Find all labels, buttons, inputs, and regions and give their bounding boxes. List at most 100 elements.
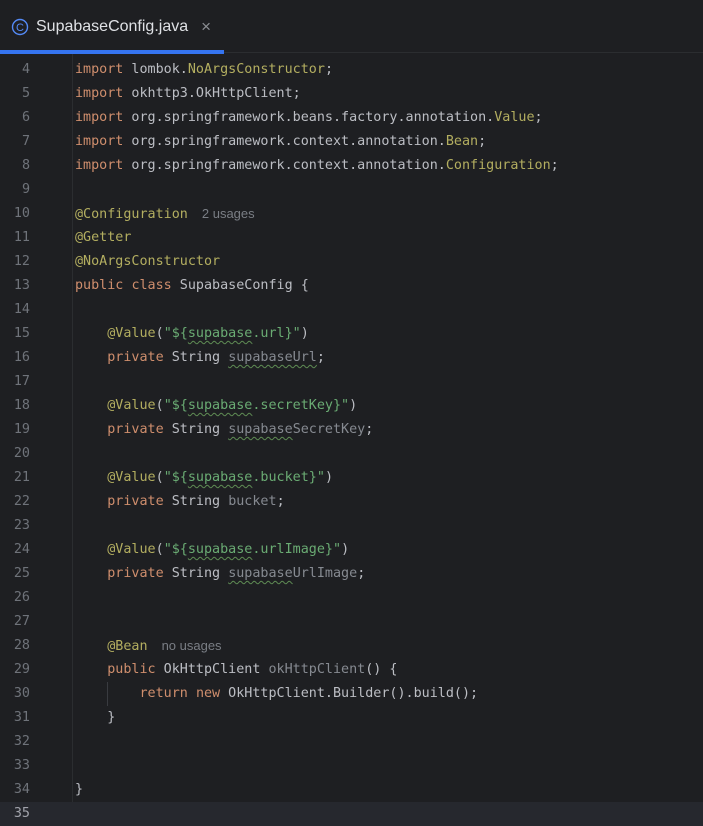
code-token: @Value [107,470,156,485]
code-token: SecretKey [292,422,366,437]
code-line[interactable]: 33 [0,754,703,778]
editor-tab-bar: C SupabaseConfig.java × [0,0,703,54]
line-number: 25 [13,566,30,581]
code-token: import [75,158,124,173]
code-text: } [75,778,83,802]
code-token: @Getter [75,230,132,245]
svg-text:C: C [16,22,24,34]
code-line[interactable]: 18 @Value("${supabase.secretKey}") [0,394,703,418]
code-token: String [163,566,229,581]
code-token: .bucket}" [252,470,325,485]
line-number: 18 [13,398,30,413]
code-line[interactable]: 8 import org.springframework.context.anno… [0,154,703,178]
code-line[interactable]: 12 @NoArgsConstructor [0,250,703,274]
tab-supabase-config[interactable]: C SupabaseConfig.java × [0,0,224,54]
code-line[interactable]: 6 import org.springframework.beans.factor… [0,106,703,130]
code-line[interactable]: 5 import okhttp3.OkHttpClient; [0,82,703,106]
code-editor[interactable]: 4 import lombok.NoArgsConstructor; 5 import… [0,54,703,826]
line-number: 35 [13,806,30,821]
code-line[interactable]: 32 [0,730,703,754]
line-number: 31 [13,710,30,725]
code-token: return [139,686,188,701]
code-token: @Bean [107,639,148,654]
code-line[interactable]: 27 [0,610,703,634]
code-token: supabase [228,422,293,437]
code-token: ) [300,326,309,341]
close-icon[interactable]: × [201,18,211,35]
code-line[interactable]: 29 public OkHttpClient okHttpClient() { [0,658,703,682]
code-token: UrlImage [292,566,358,581]
code-line[interactable]: 13 public class SupabaseConfig { [0,274,703,298]
code-line[interactable]: 10 @Configuration 2 usages [0,202,703,226]
line-number: 26 [13,590,30,605]
code-line[interactable]: 11 @Getter [0,226,703,250]
code-line[interactable]: 20 [0,442,703,466]
code-line[interactable]: 15 @Value("${supabase.url}") [0,322,703,346]
code-token: ; [478,134,487,149]
code-line[interactable]: 14 [0,298,703,322]
code-token: class [131,278,172,293]
code-text: @Bean no usages [75,634,222,659]
code-token: String [163,422,229,437]
code-line[interactable]: 21 @Value("${supabase.bucket}") [0,466,703,490]
code-line[interactable]: 28 @Bean no usages [0,634,703,658]
code-token: org.springframework.context.annotation. [123,134,446,149]
usage-hint[interactable]: 2 usages [202,206,255,221]
line-number: 28 [13,638,30,653]
code-token: supabase [228,566,293,581]
code-token: supabase [187,470,253,485]
code-token: String [163,350,229,365]
code-line[interactable]: 30 return new OkHttpClient.Builder().bui… [0,682,703,706]
code-text: import org.springframework.context.annot… [75,154,559,178]
code-line[interactable]: 26 [0,586,703,610]
code-line[interactable]: 9 [0,178,703,202]
line-number: 8 [21,158,30,173]
code-line[interactable]: 34} [0,778,703,802]
code-line[interactable]: 23 [0,514,703,538]
code-text: } [75,706,115,730]
code-token: .urlImage}" [252,542,342,557]
code-token: private [107,494,164,509]
code-token: ( [155,326,164,341]
code-token: @Value [107,326,156,341]
code-text: private String supabaseUrlImage; [75,562,365,586]
code-line[interactable]: 35 [0,802,703,826]
code-token: } [75,782,84,797]
code-line[interactable]: 31 } [0,706,703,730]
code-token: ( [155,398,164,413]
code-token: NoArgsConstructor [187,62,325,77]
code-token: supabase [187,326,253,341]
code-line[interactable]: 25 private String supabaseUrlImage; [0,562,703,586]
usage-hint[interactable]: no usages [162,638,222,653]
code-line[interactable]: 22 private String bucket; [0,490,703,514]
code-token: okhttp3.OkHttpClient; [123,86,301,101]
code-line[interactable]: 24 @Value("${supabase.urlImage}") [0,538,703,562]
code-token: private [107,350,164,365]
code-line[interactable]: 19 private String supabaseSecretKey; [0,418,703,442]
code-token: ( [155,470,164,485]
code-text: import okhttp3.OkHttpClient; [75,82,301,106]
code-token: } [75,710,116,725]
code-text: public OkHttpClient okHttpClient() { [75,658,397,682]
line-number: 7 [21,134,30,149]
code-token: .secretKey}" [252,398,350,413]
line-number: 16 [13,350,30,365]
java-class-icon: C [11,18,29,35]
code-token: ) [341,542,350,557]
code-text: private String supabaseUrl; [75,346,325,370]
line-number: 29 [13,662,30,677]
code-line[interactable]: 16 private String supabaseUrl; [0,346,703,370]
code-token: ; [324,62,333,77]
code-token: "${ [163,398,188,413]
code-line[interactable]: 17 [0,370,703,394]
code-line[interactable]: 7 import org.springframework.context.anno… [0,130,703,154]
code-line[interactable]: 4 import lombok.NoArgsConstructor; [0,58,703,82]
